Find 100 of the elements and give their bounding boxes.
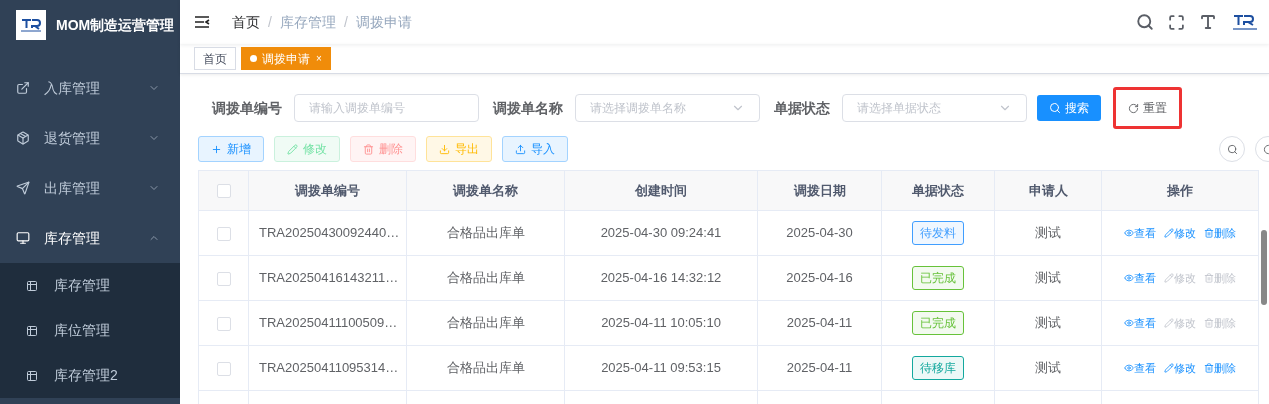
pencil-icon: [1164, 228, 1174, 238]
column-header: 调拨单名称: [406, 170, 565, 211]
logo-icon: [16, 10, 46, 40]
toolbar-button[interactable]: 新增: [198, 136, 264, 162]
eye-icon: [1124, 318, 1134, 328]
fullscreen-icon[interactable]: [1168, 13, 1185, 31]
column-header: 申请人: [994, 170, 1102, 211]
page-tab[interactable]: 首页: [194, 47, 236, 70]
search-icon[interactable]: [1136, 13, 1154, 31]
table-cell: 2025-04-30: [757, 210, 882, 256]
action-link[interactable]: 修改: [1164, 359, 1196, 377]
breadcrumb-item[interactable]: 首页: [232, 11, 260, 33]
row-checkbox[interactable]: [216, 271, 231, 286]
menu-fold-icon[interactable]: [194, 15, 210, 29]
status-tag: 已完成: [912, 266, 964, 290]
filter-label: 调拨单名称: [493, 98, 563, 118]
table-cell: 2025-04-11: [757, 345, 882, 391]
trash-icon: [363, 143, 374, 155]
status-tag: 已完成: [912, 311, 964, 335]
table-cell: TRA20250411095314…: [248, 345, 407, 391]
submenu-item[interactable]: 库位管理: [0, 308, 180, 353]
pencil-icon: [287, 143, 298, 155]
column-header: 调拨单编号: [248, 170, 407, 211]
action-link[interactable]: 修改: [1164, 224, 1196, 242]
sidebar-item[interactable]: 退货管理: [0, 113, 180, 163]
table-cell: 测试: [994, 345, 1102, 391]
eye-icon: [1124, 363, 1134, 373]
select-field[interactable]: 请选择单据状态: [842, 94, 1027, 122]
reset-button[interactable]: 重置: [1113, 87, 1182, 129]
status-tag: 待发料: [912, 221, 964, 245]
row-checkbox[interactable]: [216, 226, 231, 241]
row-checkbox[interactable]: [216, 316, 231, 331]
table-cell: 2025-04-11 10:05:10: [564, 300, 758, 346]
plus-icon: [211, 143, 222, 155]
action-link[interactable]: 查看: [1124, 314, 1156, 332]
toolbar-button[interactable]: 导入: [502, 136, 568, 162]
table-cell: 合格品出库单: [406, 345, 565, 391]
table-cell: 2025-04-30 09:24:41: [564, 210, 758, 256]
table-cell: 2025-04-16: [757, 255, 882, 301]
refresh-icon: [1128, 102, 1139, 114]
table-cell: TRA20250416143211…: [248, 255, 407, 301]
filter-label: 调拨单编号: [212, 98, 282, 118]
trash-icon: [1204, 363, 1214, 373]
table-cell: 合格品出库单: [406, 300, 565, 346]
column-header: 调拨日期: [757, 170, 882, 211]
action-link[interactable]: 删除: [1204, 359, 1236, 377]
pencil-icon: [1164, 363, 1174, 373]
submenu-item[interactable]: 库存管理2: [0, 353, 180, 398]
eye-icon: [1124, 273, 1134, 283]
row-checkbox[interactable]: [216, 361, 231, 376]
app-title: MOM制造运营管理: [56, 15, 175, 35]
table-icon: [26, 324, 38, 337]
search-icon: [1226, 143, 1238, 155]
table-cell: TRA20250430092440…: [248, 210, 407, 256]
search-button[interactable]: 搜索: [1037, 95, 1101, 121]
package-icon: [16, 131, 30, 145]
trash-icon: [1204, 318, 1214, 328]
table-cell: 合格品出库单: [406, 255, 565, 301]
table-cell: 2025-04-11: [757, 300, 882, 346]
table-cell: 测试: [994, 300, 1102, 346]
table-icon: [26, 279, 38, 292]
paper-plane-icon: [16, 181, 30, 195]
external-link-icon: [16, 81, 30, 95]
submenu-item[interactable]: 库存管理: [0, 263, 180, 308]
pencil-icon: [1164, 273, 1174, 283]
avatar-logo-icon[interactable]: [1231, 12, 1259, 32]
table-cell: 2025-04-11 09:53:15: [564, 345, 758, 391]
breadcrumb-separator: /: [343, 12, 348, 32]
page-tab[interactable]: 调拨申请 ×: [241, 47, 331, 70]
search-icon: [1049, 102, 1061, 114]
font-size-icon[interactable]: [1199, 13, 1217, 31]
action-link[interactable]: 查看: [1124, 224, 1156, 242]
table-icon: [26, 369, 38, 382]
sidebar-item[interactable]: 出库管理: [0, 163, 180, 213]
monitor-icon: [16, 231, 30, 245]
action-link[interactable]: 查看: [1124, 359, 1156, 377]
breadcrumb-separator: /: [268, 12, 272, 32]
select-field[interactable]: 请选择调拨单名称: [575, 94, 760, 122]
action-link[interactable]: 查看: [1124, 269, 1156, 287]
action-link[interactable]: 删除: [1204, 224, 1236, 242]
select-all-checkbox[interactable]: [216, 184, 231, 199]
trash-icon: [1204, 228, 1214, 238]
pencil-icon: [1164, 318, 1174, 328]
table-cell: 合格品出库单: [406, 210, 565, 256]
download-icon: [439, 143, 450, 155]
scrollbar-thumb[interactable]: [1261, 230, 1267, 305]
breadcrumb-item: 调拨申请: [355, 12, 412, 32]
breadcrumb-item: 库存管理: [279, 12, 336, 32]
table-cell: TRA20250411100509…: [248, 300, 407, 346]
upload-icon: [515, 143, 526, 155]
eye-icon: [1124, 228, 1134, 238]
column-header: 创建时间: [564, 170, 758, 211]
sidebar-item[interactable]: 库存管理: [0, 213, 180, 263]
table-cell: 2025-04-16 14:32:12: [564, 255, 758, 301]
filter-label: 单据状态: [774, 98, 830, 118]
column-header: 操作: [1101, 170, 1259, 211]
table-cell: 测试: [994, 210, 1102, 256]
status-tag: 待移库: [912, 356, 964, 380]
sidebar-item[interactable]: 入库管理: [0, 63, 180, 113]
tab-close-button[interactable]: ×: [316, 51, 322, 66]
